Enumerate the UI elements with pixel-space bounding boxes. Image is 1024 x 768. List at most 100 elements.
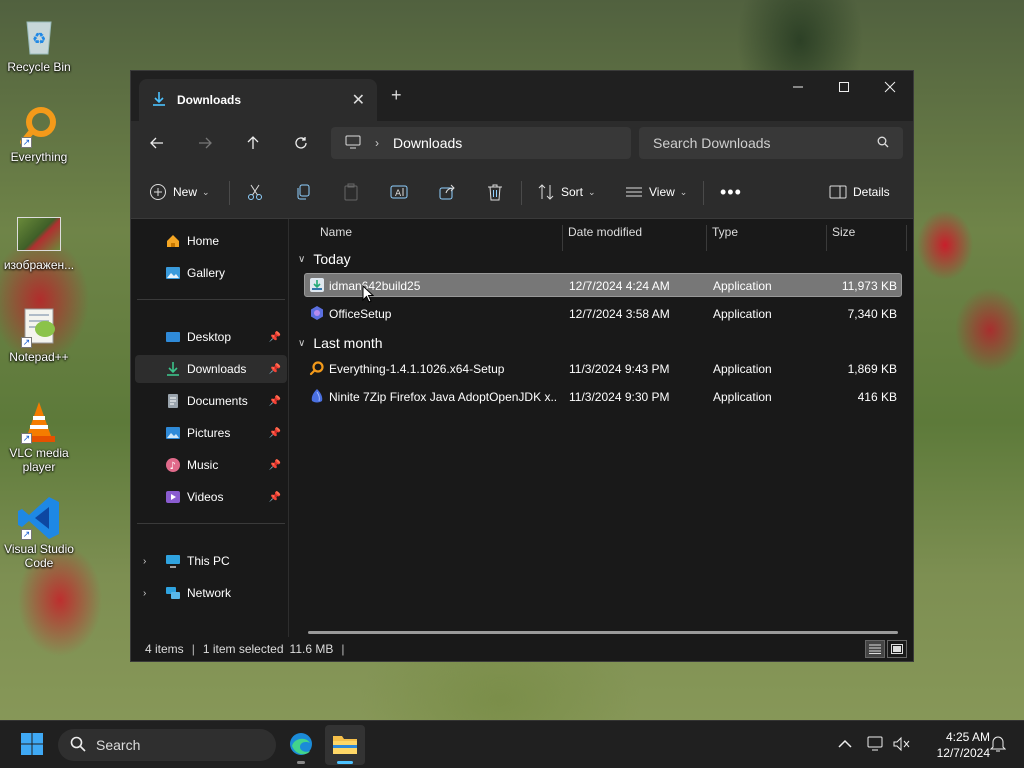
network-status-button[interactable] <box>864 721 888 768</box>
file-row[interactable]: idman642build25 12/7/2024 4:24 AM Applic… <box>304 273 902 297</box>
plus-circle-icon <box>149 183 167 201</box>
downloads-folder-icon <box>165 361 181 377</box>
column-header-type[interactable]: Type <box>712 225 738 239</box>
sidebar-item-documents[interactable]: Documents 📌 <box>135 387 287 415</box>
status-divider: | <box>191 642 195 656</box>
search-input[interactable]: Search Downloads <box>639 127 903 159</box>
maximize-button[interactable] <box>821 71 867 103</box>
home-icon <box>165 233 181 249</box>
details-view-button[interactable] <box>865 640 885 658</box>
file-date: 11/3/2024 9:43 PM <box>569 362 670 376</box>
up-button[interactable] <box>241 131 265 155</box>
sidebar-item-label: Desktop <box>187 330 232 344</box>
sidebar-item-label: Videos <box>187 490 224 504</box>
more-options-button[interactable]: ••• <box>720 165 742 219</box>
videos-folder-icon <box>165 489 181 505</box>
view-button[interactable]: View ⌄ <box>625 165 687 219</box>
address-bar[interactable]: › Downloads <box>331 127 631 159</box>
status-item-count: 4 items <box>145 642 184 656</box>
sidebar-item-desktop[interactable]: Desktop 📌 <box>135 323 287 351</box>
new-button[interactable]: New ⌄ <box>149 165 210 219</box>
desktop-icon-notepad-plus-plus[interactable]: ↗ Notepad++ <box>2 304 76 364</box>
sidebar-item-network[interactable]: › Network <box>135 579 287 607</box>
chevron-right-icon[interactable]: › <box>143 556 146 567</box>
taskbar-edge[interactable] <box>281 725 321 765</box>
file-row[interactable]: Ninite 7Zip Firefox Java AdoptOpenJDK x.… <box>304 384 902 408</box>
file-type: Application <box>713 307 772 321</box>
delete-button[interactable] <box>486 165 504 219</box>
bell-icon <box>989 735 1007 756</box>
column-header-name[interactable]: Name <box>320 225 352 239</box>
sidebar-item-pictures[interactable]: Pictures 📌 <box>135 419 287 447</box>
share-button[interactable] <box>438 165 456 219</box>
volume-button[interactable] <box>890 721 914 768</box>
column-header-size[interactable]: Size <box>832 225 855 239</box>
column-header-date-modified[interactable]: Date modified <box>568 225 642 239</box>
details-pane-button[interactable]: Details <box>829 165 890 219</box>
group-label: Last month <box>313 335 383 351</box>
refresh-button[interactable] <box>289 131 313 155</box>
notifications-button[interactable] <box>986 721 1010 768</box>
desktop-icon-label: Everything <box>10 150 68 164</box>
tiles-view-button[interactable] <box>887 640 907 658</box>
sort-button[interactable]: Sort ⌄ <box>537 165 596 219</box>
clock[interactable]: 4:25 AM 12/7/2024 <box>916 729 990 761</box>
paste-button[interactable] <box>342 165 360 219</box>
file-date: 12/7/2024 4:24 AM <box>569 279 670 293</box>
chevron-down-icon: ⌄ <box>202 186 210 197</box>
file-row[interactable]: OfficeSetup 12/7/2024 3:58 AM Applicatio… <box>304 301 902 325</box>
chevron-right-icon[interactable]: › <box>143 588 146 599</box>
gallery-icon <box>165 265 181 281</box>
recycle-bin-icon: ♻ <box>17 14 61 58</box>
command-bar: New ⌄ A Sort ⌄ View ⌄ ••• Details <box>131 165 913 219</box>
sidebar-item-downloads[interactable]: Downloads 📌 <box>135 355 287 383</box>
column-divider[interactable] <box>706 225 707 251</box>
sidebar-item-music[interactable]: ♪ Music 📌 <box>135 451 287 479</box>
sidebar-item-this-pc[interactable]: › This PC <box>135 547 287 575</box>
tab-downloads[interactable]: Downloads ✕ <box>139 79 377 121</box>
this-pc-icon <box>165 553 181 569</box>
forward-button[interactable] <box>193 131 217 155</box>
column-divider[interactable] <box>906 225 907 251</box>
chevron-up-icon <box>838 738 852 752</box>
minimize-button[interactable] <box>775 71 821 103</box>
search-placeholder: Search Downloads <box>653 135 771 151</box>
column-divider[interactable] <box>826 225 827 251</box>
close-tab-icon[interactable]: ✕ <box>352 90 365 110</box>
copy-button[interactable] <box>294 165 312 219</box>
file-row[interactable]: Everything-1.4.1.1026.x64-Setup 11/3/202… <box>304 356 902 380</box>
sidebar-item-gallery[interactable]: Gallery <box>135 259 287 287</box>
sidebar-item-label: Gallery <box>187 266 226 280</box>
desktop-icon-vscode[interactable]: ↗ Visual Studio Code <box>2 496 76 570</box>
svg-text:A: A <box>395 189 402 199</box>
show-hidden-icons-button[interactable] <box>832 721 858 768</box>
new-tab-button[interactable]: + <box>391 85 402 106</box>
back-button[interactable] <box>145 131 169 155</box>
mouse-cursor-icon <box>362 284 375 306</box>
windows-logo-icon <box>20 732 44 759</box>
sidebar-divider <box>137 523 285 524</box>
desktop-icon-recycle-bin[interactable]: ♻ Recycle Bin <box>2 14 76 74</box>
breadcrumb-downloads[interactable]: Downloads <box>393 135 462 151</box>
desktop-icon-vlc[interactable]: ↗ VLC media player <box>2 400 76 474</box>
column-divider[interactable] <box>562 225 563 251</box>
sidebar-item-home[interactable]: Home <box>135 227 287 255</box>
desktop-icon-image[interactable]: изображен... <box>2 212 76 272</box>
file-explorer-icon <box>332 733 358 758</box>
file-date: 12/7/2024 3:58 AM <box>569 307 670 321</box>
sidebar-item-videos[interactable]: Videos 📌 <box>135 483 287 511</box>
group-header-last-month[interactable]: ∨ Last month <box>298 335 383 351</box>
everything-search-icon: ↗ <box>17 104 61 148</box>
cut-button[interactable] <box>246 165 264 219</box>
navigation-bar: › Downloads Search Downloads <box>131 121 913 165</box>
taskbar: Search 4:25 AM 12/7/2024 <box>0 720 1024 768</box>
rename-button[interactable]: A <box>390 165 408 219</box>
taskbar-search-box[interactable]: Search <box>58 729 276 761</box>
start-button[interactable] <box>12 725 52 765</box>
file-type: Application <box>713 279 772 293</box>
desktop-icon-everything[interactable]: ↗ Everything <box>2 104 76 164</box>
horizontal-scrollbar[interactable] <box>308 631 898 634</box>
group-header-today[interactable]: ∨ Today <box>298 251 351 267</box>
taskbar-file-explorer[interactable] <box>325 725 365 765</box>
close-window-button[interactable] <box>867 71 913 103</box>
